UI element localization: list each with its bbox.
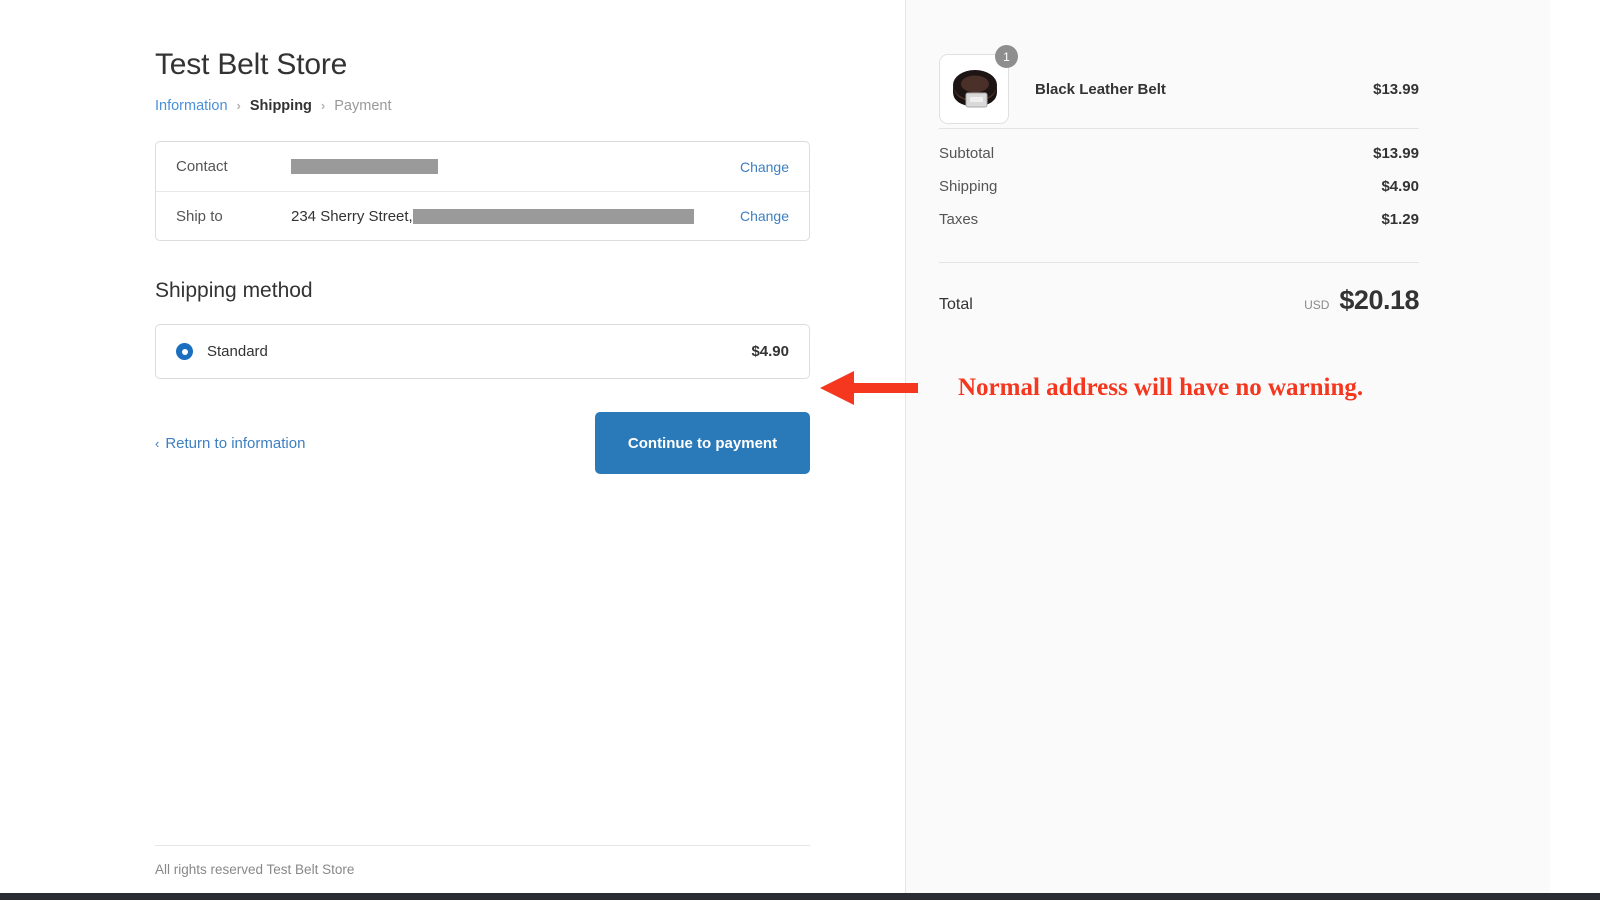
chevron-left-icon: ‹ [155, 435, 160, 451]
subtotal-label: Subtotal [939, 145, 995, 162]
quantity-badge: 1 [995, 45, 1018, 68]
checkout-page: 1 Black Leather Belt $13.99 Subtotal $13… [0, 0, 1600, 900]
shipping-option-standard[interactable]: Standard $4.90 [155, 324, 810, 379]
order-summary-panel: 1 Black Leather Belt $13.99 Subtotal $13… [905, 0, 1550, 893]
summary-row-subtotal: Subtotal $13.99 [939, 145, 1419, 178]
annotation-text: Normal address will have no warning. [958, 374, 1364, 401]
contact-value [291, 159, 728, 174]
summary-totals: Subtotal $13.99 Shipping $4.90 Taxes $1.… [939, 129, 1419, 244]
breadcrumb-payment: Payment [334, 98, 392, 114]
order-review-box: Contact Change Ship to 234 Sherry Street… [155, 141, 810, 241]
summary-row-taxes: Taxes $1.29 [939, 211, 1419, 244]
belt-icon [940, 55, 1008, 123]
total-amount: $20.18 [1339, 285, 1419, 315]
total-amount-group: USD $20.18 [1304, 285, 1419, 316]
chevron-right-icon: › [236, 98, 241, 113]
checkout-main-column: Test Belt Store Information › Shipping ›… [155, 0, 835, 474]
breadcrumb-shipping: Shipping [249, 98, 312, 114]
redaction-bar-contact [291, 159, 438, 174]
order-line-item: 1 Black Leather Belt $13.99 [939, 0, 1419, 128]
return-to-information-link[interactable]: ‹ Return to information [155, 435, 305, 452]
review-row-ship-to: Ship to 234 Sherry Street, Change [156, 191, 809, 240]
review-row-contact: Contact Change [156, 142, 809, 191]
subtotal-value: $13.99 [1373, 145, 1419, 162]
ship-to-address-text: 234 Sherry Street, [291, 207, 413, 225]
left-arrow-icon [820, 371, 918, 405]
taxes-value: $1.29 [1381, 211, 1419, 228]
product-thumbnail-wrap: 1 [939, 45, 1018, 124]
product-price: $13.99 [1373, 80, 1419, 98]
change-contact-link[interactable]: Change [740, 159, 789, 175]
summary-row-shipping: Shipping $4.90 [939, 178, 1419, 211]
order-summary-content: 1 Black Leather Belt $13.99 Subtotal $13… [939, 0, 1419, 316]
chevron-right-icon: › [320, 98, 326, 113]
return-to-information-label: Return to information [165, 434, 306, 452]
annotation-overlay: Normal address will have no warning. [818, 368, 1363, 408]
bottom-band [0, 893, 1600, 900]
redaction-bar-address [412, 208, 694, 224]
page-title: Test Belt Store [155, 48, 348, 81]
change-address-link[interactable]: Change [740, 208, 789, 224]
total-label: Total [939, 296, 973, 313]
shipping-label: Shipping [939, 178, 998, 195]
product-name: Black Leather Belt [1035, 80, 1166, 98]
taxes-label: Taxes [939, 211, 979, 228]
ship-to-value: 234 Sherry Street, [291, 208, 728, 225]
footer-text: All rights reserved Test Belt Store [155, 862, 355, 877]
ship-to-label: Ship to [176, 207, 223, 225]
contact-label: Contact [176, 158, 228, 175]
shipping-method-heading: Shipping method [155, 279, 313, 302]
breadcrumb-information[interactable]: Information [155, 97, 228, 115]
page-footer: All rights reserved Test Belt Store [155, 845, 810, 877]
checkout-actions: ‹ Return to information Continue to paym… [155, 412, 810, 474]
continue-to-payment-button[interactable]: Continue to payment [595, 412, 810, 474]
shipping-option-price: $4.90 [751, 343, 789, 360]
radio-selected-icon[interactable] [176, 343, 193, 360]
breadcrumb: Information › Shipping › Payment [155, 97, 835, 115]
shipping-value: $4.90 [1381, 178, 1419, 195]
total-currency: USD [1304, 298, 1330, 312]
shipping-option-name: Standard [207, 343, 268, 360]
footer-divider [155, 845, 810, 846]
summary-row-total: Total USD $20.18 [939, 263, 1419, 316]
